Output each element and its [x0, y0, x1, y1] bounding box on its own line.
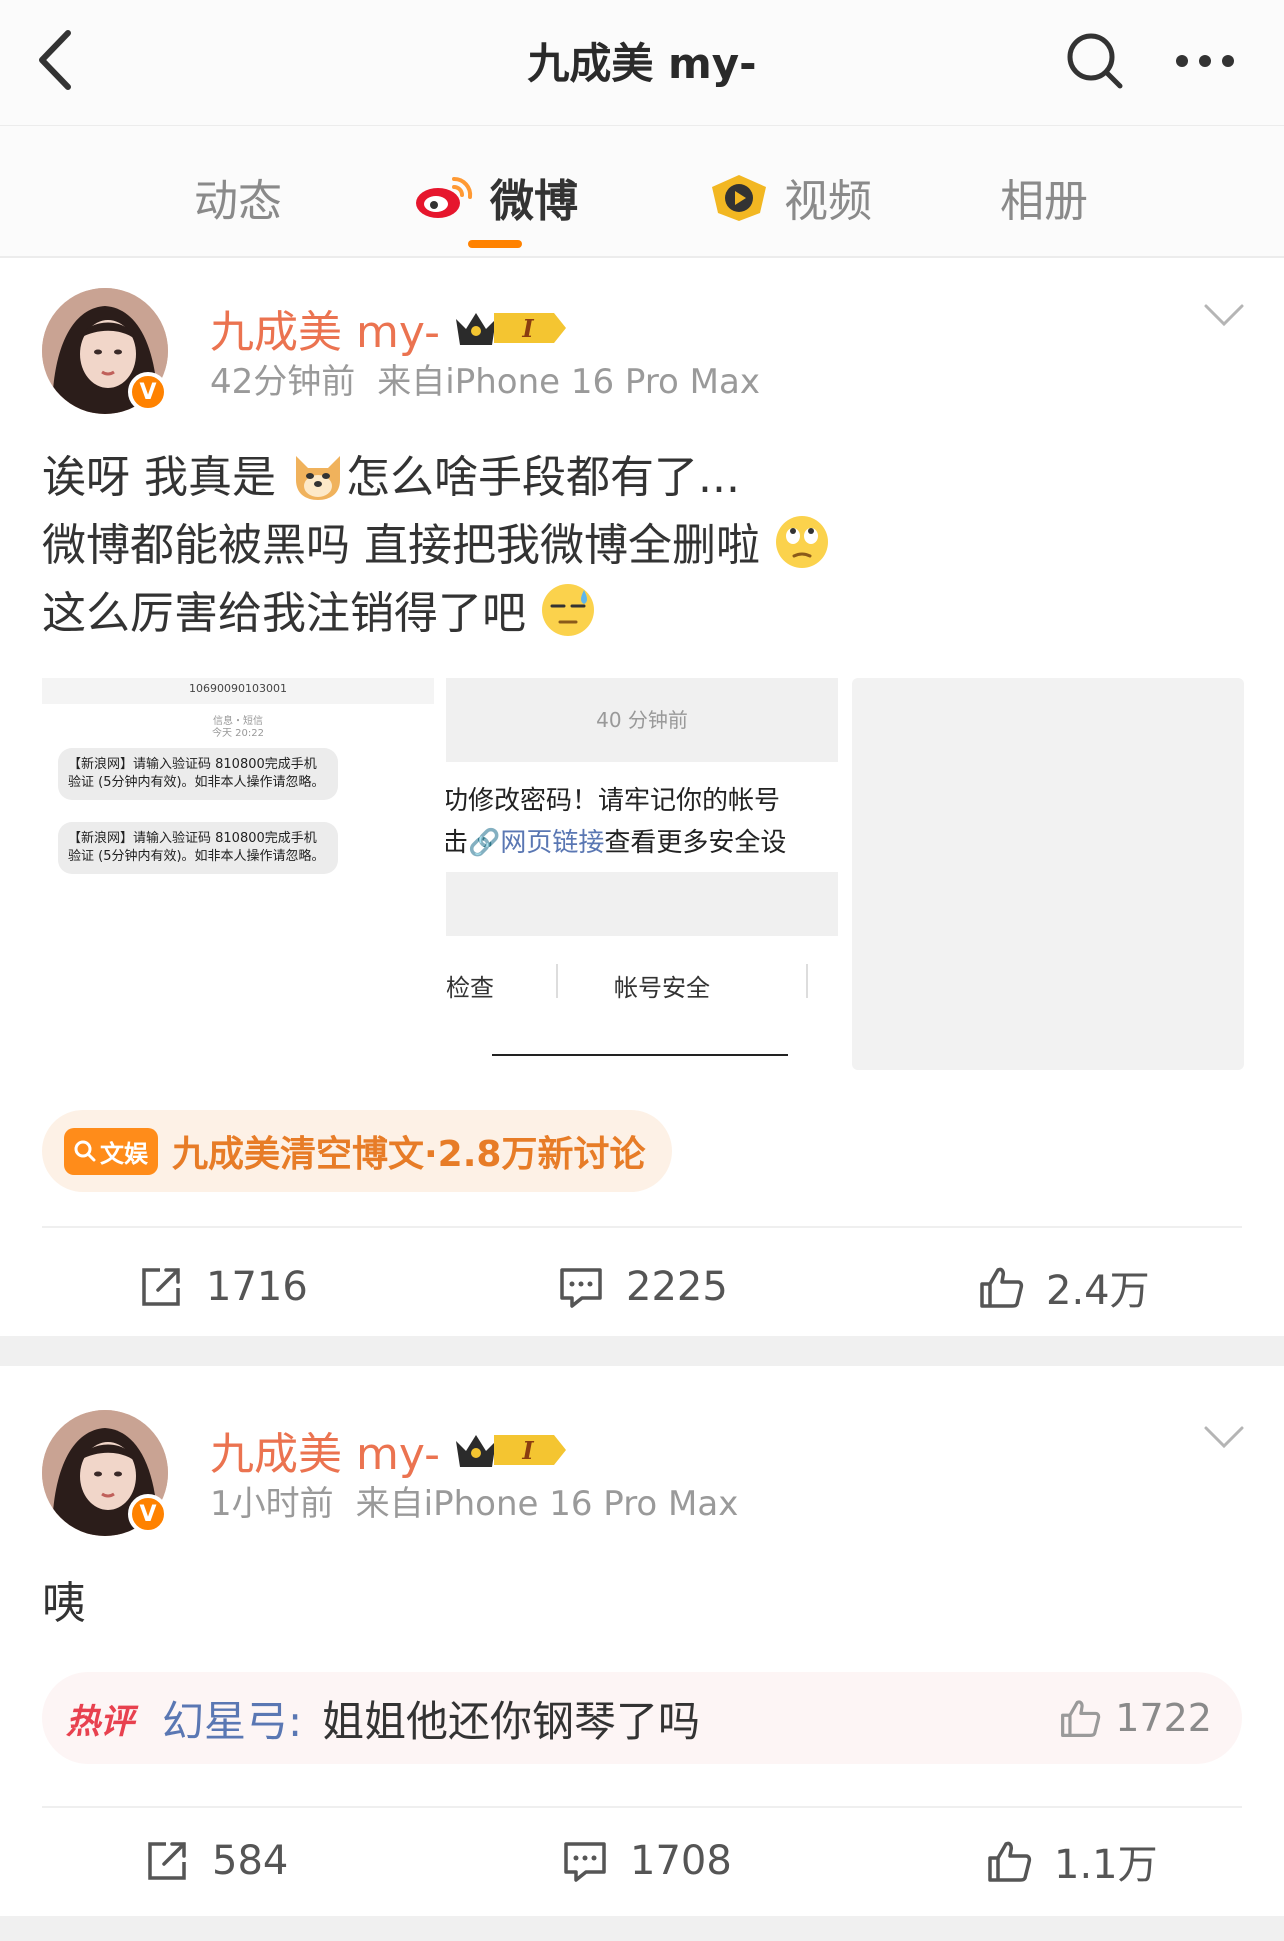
comment-count: 2225 — [626, 1264, 728, 1310]
sms-day: 今天 20:22 — [212, 728, 264, 739]
post-actions: 584 1708 1.1万 — [0, 1816, 1284, 1906]
back-button[interactable] — [30, 25, 90, 95]
comment-button[interactable]: 2225 — [558, 1242, 728, 1332]
notice-btn-check: 检查 — [446, 974, 494, 1002]
vip-level-text: I — [521, 1436, 534, 1465]
comment-button[interactable]: 1708 — [562, 1816, 732, 1906]
video-play-icon — [712, 175, 766, 221]
post-source: 来自iPhone 16 Pro Max — [355, 1484, 739, 1524]
tab-label: 动态 — [194, 176, 282, 227]
sweat-emoji-icon — [542, 584, 594, 636]
comment-count: 1708 — [630, 1838, 732, 1884]
tab-dynamics[interactable]: 动态 — [194, 162, 282, 232]
tab-label: 视频 — [784, 176, 872, 227]
post-card: V 九成美 my- I 1小时前 来自iPhone 16 Pro Max 咦 热评… — [0, 1366, 1284, 1941]
more-button[interactable] — [1170, 28, 1240, 94]
notice-line1: 功修改密码！请牢记你的帐号 — [446, 786, 781, 816]
post-line: 微博都能被黑吗 直接把我微博全删啦 — [42, 512, 830, 580]
post-text: 诶呀 我真是 怎么啥手段都有了... 微博都能被黑吗 直接把我微博全删啦 这么厉… — [42, 444, 830, 648]
post-card: V 九成美 my- I 42分钟前 来自iPhone 16 Pro Max 诶呀 … — [0, 260, 1284, 1336]
section-separator — [0, 1916, 1284, 1941]
comment-icon — [564, 1842, 606, 1882]
weibo-logo-icon — [416, 176, 473, 218]
search-icon — [74, 1140, 96, 1162]
repost-count: 1716 — [206, 1264, 308, 1310]
back-arrow-icon — [39, 30, 71, 90]
hot-comment-like-count: 1722 — [1115, 1696, 1212, 1740]
hot-comment[interactable]: 热评 幻星弓: 姐姐他还你钢琴了吗 1722 — [42, 1672, 1242, 1764]
section-separator — [0, 1336, 1284, 1366]
sms-sender: 10690090103001 — [189, 682, 287, 695]
doge-emoji-icon — [296, 456, 340, 500]
eye-roll-emoji-icon — [776, 516, 828, 568]
post-source: 来自iPhone 16 Pro Max — [377, 362, 760, 402]
notice-time: 40 分钟前 — [596, 708, 688, 732]
chevron-down-icon[interactable] — [1202, 300, 1246, 330]
like-count: 2.4万 — [1046, 1268, 1150, 1314]
tab-label: 相册 — [1000, 176, 1088, 227]
more-dots-icon — [1176, 55, 1234, 67]
post-meta: 42分钟前 来自iPhone 16 Pro Max — [210, 354, 760, 403]
search-button[interactable] — [1062, 28, 1128, 94]
notice-link: 网页链接 — [500, 828, 605, 858]
repost-icon — [142, 1268, 180, 1306]
top-nav-bar: 九成美 my- — [0, 0, 1284, 126]
hot-comment-like[interactable]: 1722 — [1059, 1696, 1212, 1740]
post-time: 42分钟前 — [210, 362, 356, 402]
topic-pill[interactable]: 文娱 九成美清空博文·2.8万新讨论 — [42, 1110, 672, 1192]
vip-level-badge: I — [456, 313, 566, 345]
thumbs-up-icon — [1061, 1700, 1101, 1737]
profile-tabs: 动态 微博 视频 相册 — [0, 126, 1284, 258]
chevron-down-icon[interactable] — [1202, 1422, 1246, 1452]
sms-bubble: 【新浪网】请输入验证码 810800完成手机验证 (5分钟内有效)。如非本人操作… — [58, 822, 338, 874]
author-name-text: 九成美 my- — [210, 1429, 440, 1480]
comment-icon — [560, 1268, 602, 1308]
author-name-text: 九成美 my- — [210, 307, 440, 358]
repost-button[interactable]: 584 — [144, 1816, 288, 1906]
tab-video[interactable]: 视频 — [708, 162, 872, 232]
notice-line2: 击🔗网页链接查看更多安全设 — [446, 828, 787, 858]
repost-icon — [148, 1842, 186, 1880]
author-name[interactable]: 九成美 my- I — [210, 296, 568, 360]
like-button[interactable]: 1.1万 — [986, 1816, 1158, 1906]
post-image-notice[interactable]: 40 分钟前 功修改密码！请牢记你的帐号 击🔗网页链接查看更多安全设 检查 帐号… — [446, 678, 838, 1070]
topic-tag: 文娱 — [64, 1127, 158, 1175]
repost-count: 584 — [212, 1838, 289, 1884]
post-actions: 1716 2225 2.4万 — [0, 1242, 1284, 1332]
verified-badge: V — [128, 1494, 168, 1534]
vip-level-badge: I — [456, 1435, 566, 1467]
verified-badge: V — [128, 372, 168, 412]
thumbs-up-icon — [988, 1841, 1032, 1882]
like-count: 1.1万 — [1054, 1842, 1158, 1888]
tab-label: 微博 — [490, 176, 578, 227]
post-line: 这么厉害给我注销得了吧 — [42, 580, 830, 648]
hot-comment-tag: 热评 — [66, 1701, 134, 1742]
repost-button[interactable]: 1716 — [138, 1242, 308, 1332]
link-icon: 🔗 — [468, 828, 501, 858]
hot-comment-text: 姐姐他还你钢琴了吗 — [322, 1696, 701, 1746]
search-icon — [1067, 33, 1123, 89]
thumbs-up-icon — [980, 1267, 1024, 1308]
post-meta: 1小时前 来自iPhone 16 Pro Max — [210, 1476, 738, 1525]
active-tab-indicator — [468, 240, 522, 248]
notice-btn-security: 帐号安全 — [614, 974, 710, 1002]
tab-weibo[interactable]: 微博 — [414, 162, 578, 232]
hot-comment-user[interactable]: 幻星弓: — [162, 1688, 302, 1749]
post-line: 诶呀 我真是 怎么啥手段都有了... — [42, 444, 830, 512]
topic-text: 九成美清空博文·2.8万新讨论 — [172, 1134, 646, 1175]
vip-level-text: I — [521, 314, 534, 343]
post-image-sms[interactable]: 10690090103001 信息・短信 今天 20:22 【新浪网】请输入验证… — [42, 678, 434, 1070]
sms-bubble: 【新浪网】请输入验证码 810800完成手机验证 (5分钟内有效)。如非本人操作… — [58, 748, 338, 800]
tab-album[interactable]: 相册 — [1000, 162, 1088, 232]
post-image-blank[interactable] — [852, 678, 1244, 1070]
post-time: 1小时前 — [210, 1484, 334, 1524]
like-button[interactable]: 2.4万 — [978, 1242, 1150, 1332]
author-name[interactable]: 九成美 my- I — [210, 1418, 568, 1482]
post-text: 咦 — [42, 1578, 86, 1629]
